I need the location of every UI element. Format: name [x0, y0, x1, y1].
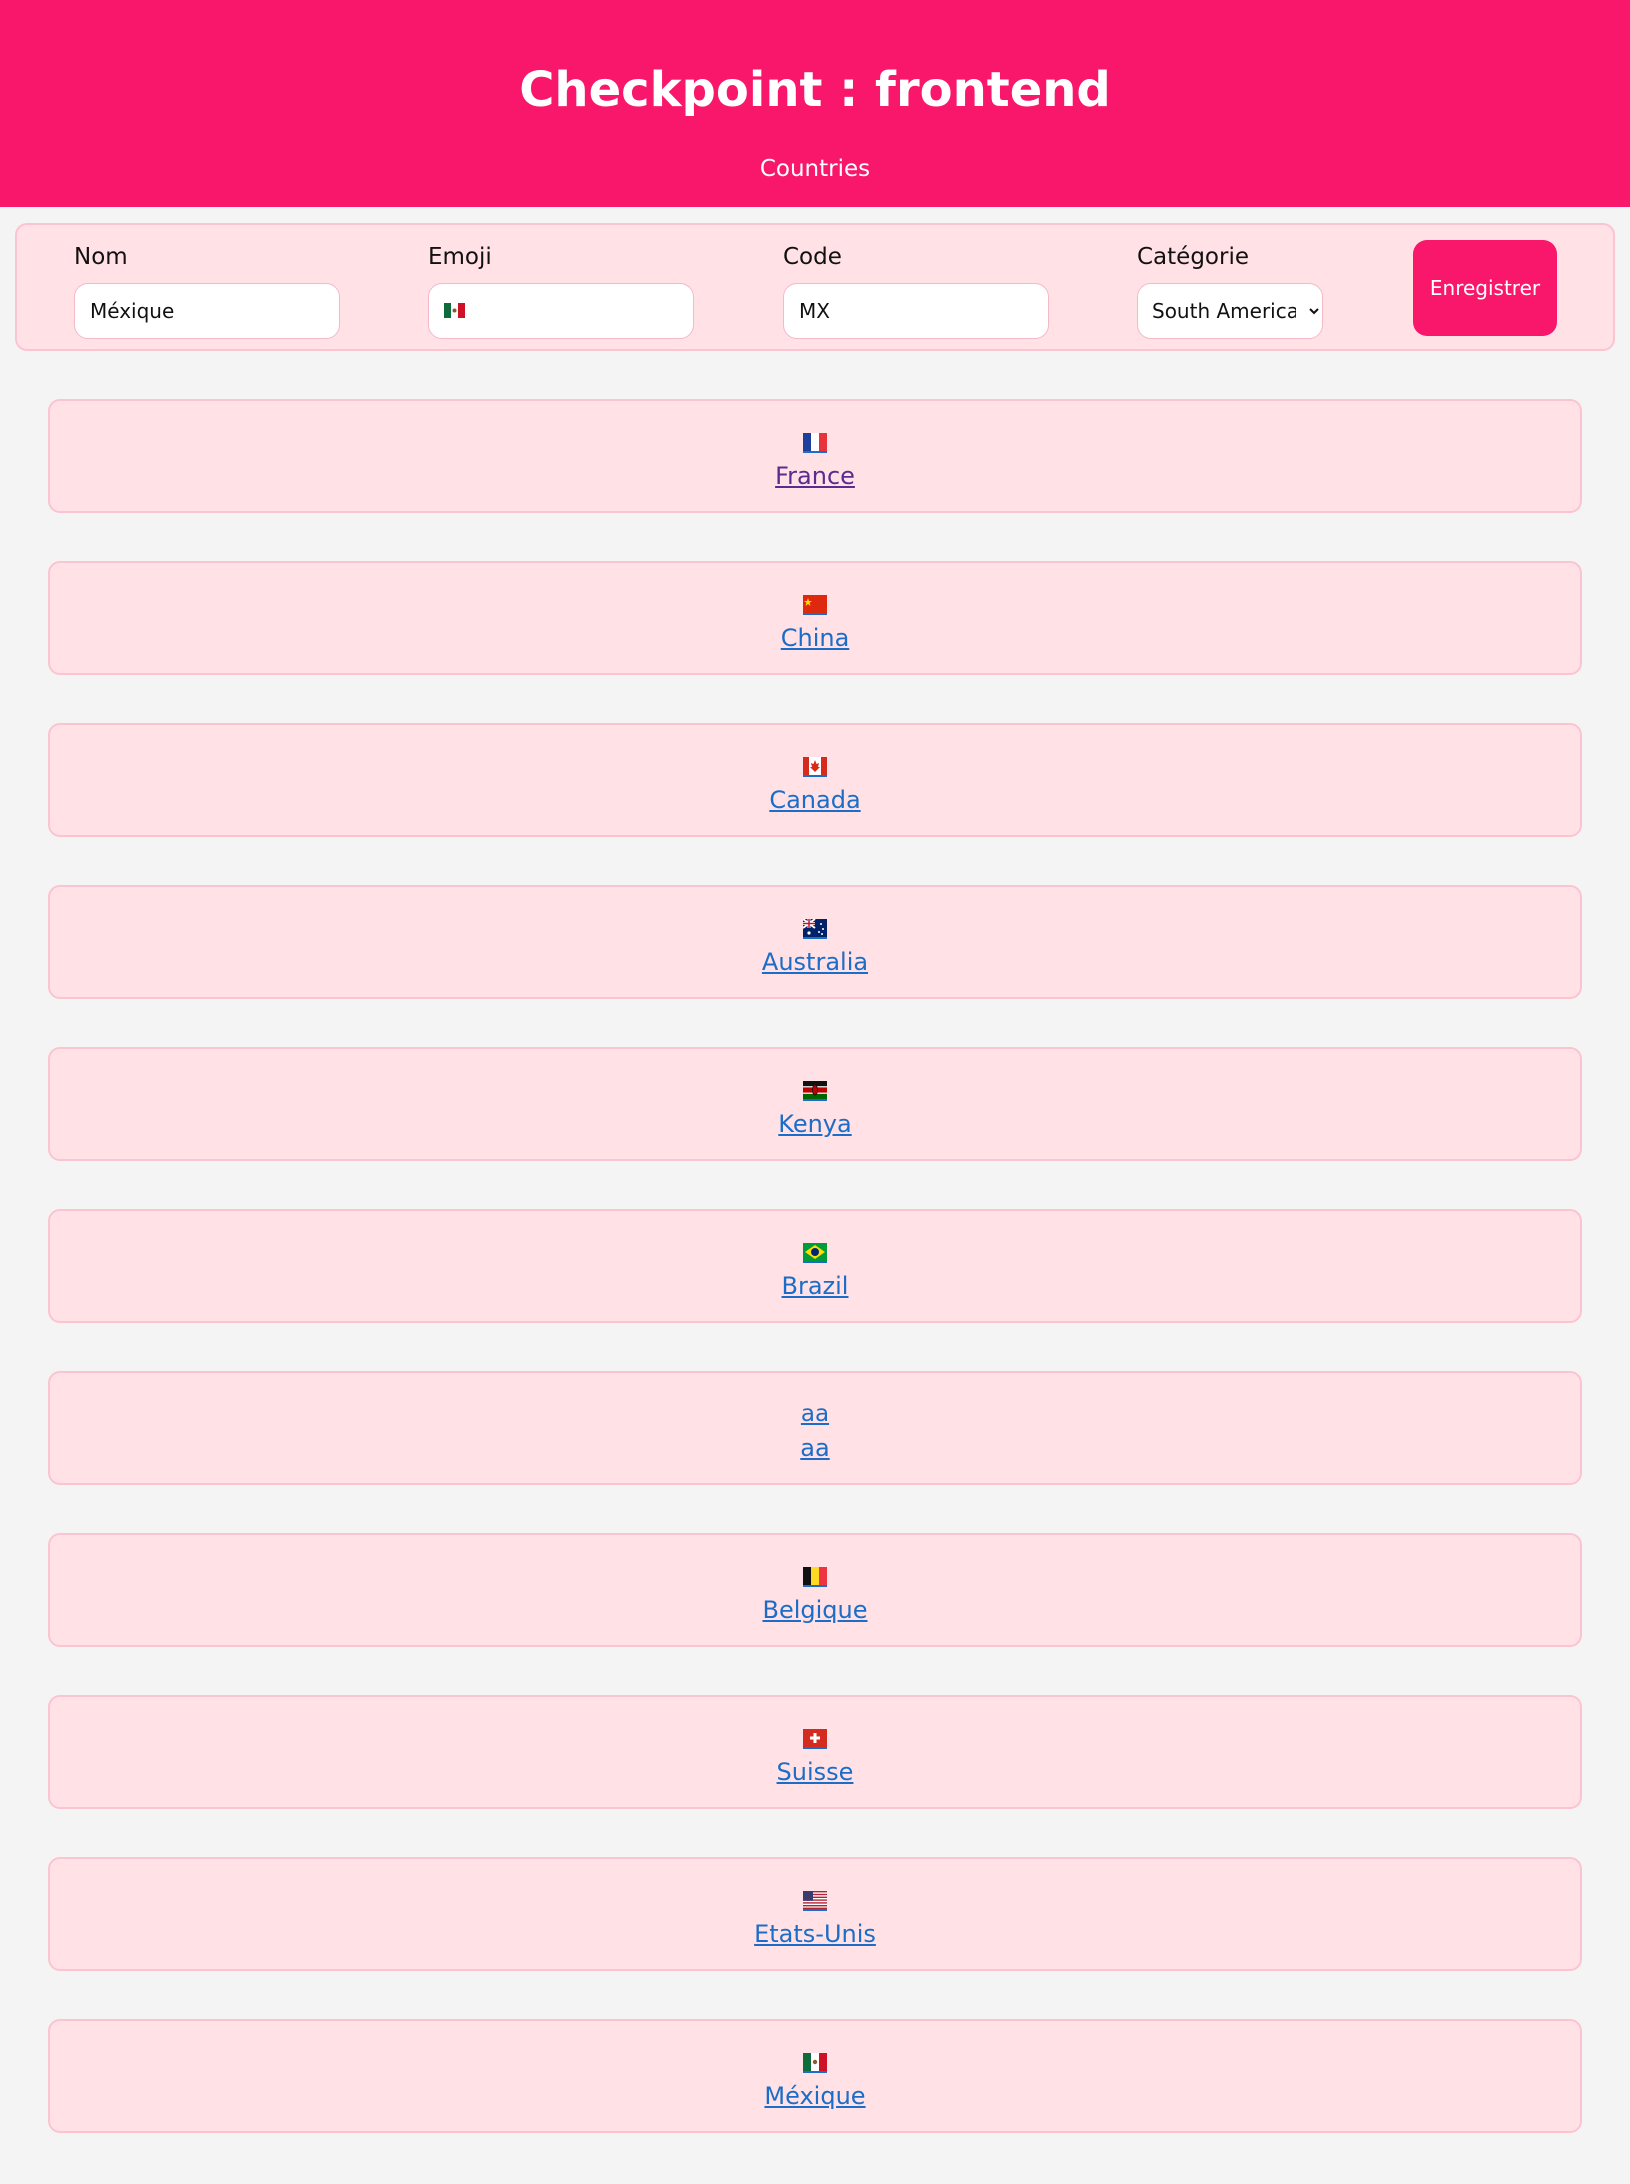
code-label: Code: [783, 244, 842, 270]
code-field: Code: [783, 241, 1049, 339]
nav-link-countries[interactable]: Countries: [0, 154, 1630, 184]
country-link[interactable]: aa: [50, 1431, 1580, 1465]
category-field: Catégorie South America: [1137, 241, 1323, 339]
country-link[interactable]: Brazil: [50, 1269, 1580, 1303]
emoji-text-link[interactable]: aa: [50, 1399, 1580, 1429]
country-card: Etats-Unis: [48, 1857, 1582, 1971]
belgium-flag-icon[interactable]: [803, 1566, 827, 1587]
name-field: Nom: [74, 241, 340, 339]
usa-flag-icon[interactable]: [803, 1890, 827, 1911]
name-label: Nom: [74, 244, 128, 270]
country-link[interactable]: France: [50, 459, 1580, 493]
australia-flag-icon[interactable]: [803, 918, 827, 939]
country-card: Méxique: [48, 2019, 1582, 2133]
country-card: France: [48, 399, 1582, 513]
country-link[interactable]: Kenya: [50, 1107, 1580, 1141]
category-label: Catégorie: [1137, 244, 1249, 270]
page-title: Checkpoint : frontend: [519, 62, 1111, 118]
country-card: Canada: [48, 723, 1582, 837]
emoji-field: Emoji: [428, 241, 694, 339]
brazil-flag-icon[interactable]: [803, 1242, 827, 1263]
code-input[interactable]: [783, 283, 1049, 339]
country-card: aa aa: [48, 1371, 1582, 1485]
france-flag-icon[interactable]: [803, 432, 827, 453]
country-card: Australia: [48, 885, 1582, 999]
switzerland-flag-icon[interactable]: [803, 1728, 827, 1749]
canada-flag-icon[interactable]: [803, 756, 827, 777]
save-button[interactable]: Enregistrer: [1413, 240, 1557, 336]
country-card: China: [48, 561, 1582, 675]
country-link[interactable]: Méxique: [50, 2079, 1580, 2113]
country-link[interactable]: Etats-Unis: [50, 1917, 1580, 1951]
page-header: Checkpoint : frontend Countries: [0, 0, 1630, 207]
kenya-flag-icon[interactable]: [803, 1080, 827, 1101]
emoji-label: Emoji: [428, 244, 492, 270]
category-select[interactable]: South America: [1137, 283, 1323, 339]
country-link[interactable]: Suisse: [50, 1755, 1580, 1789]
name-input[interactable]: [74, 283, 340, 339]
china-flag-icon[interactable]: [803, 594, 827, 615]
country-link[interactable]: Australia: [50, 945, 1580, 979]
country-link[interactable]: China: [50, 621, 1580, 655]
country-card: Brazil: [48, 1209, 1582, 1323]
country-link[interactable]: Belgique: [50, 1593, 1580, 1627]
country-card: Belgique: [48, 1533, 1582, 1647]
country-card: Kenya: [48, 1047, 1582, 1161]
country-card: Suisse: [48, 1695, 1582, 1809]
emoji-input[interactable]: [428, 283, 694, 339]
country-form: Nom Emoji Code Catégorie South America E…: [15, 223, 1615, 351]
country-link[interactable]: Canada: [50, 783, 1580, 817]
country-list: France China Canada Australia Kenya Braz…: [48, 399, 1582, 2181]
mexico-flag-icon[interactable]: [803, 2052, 827, 2073]
